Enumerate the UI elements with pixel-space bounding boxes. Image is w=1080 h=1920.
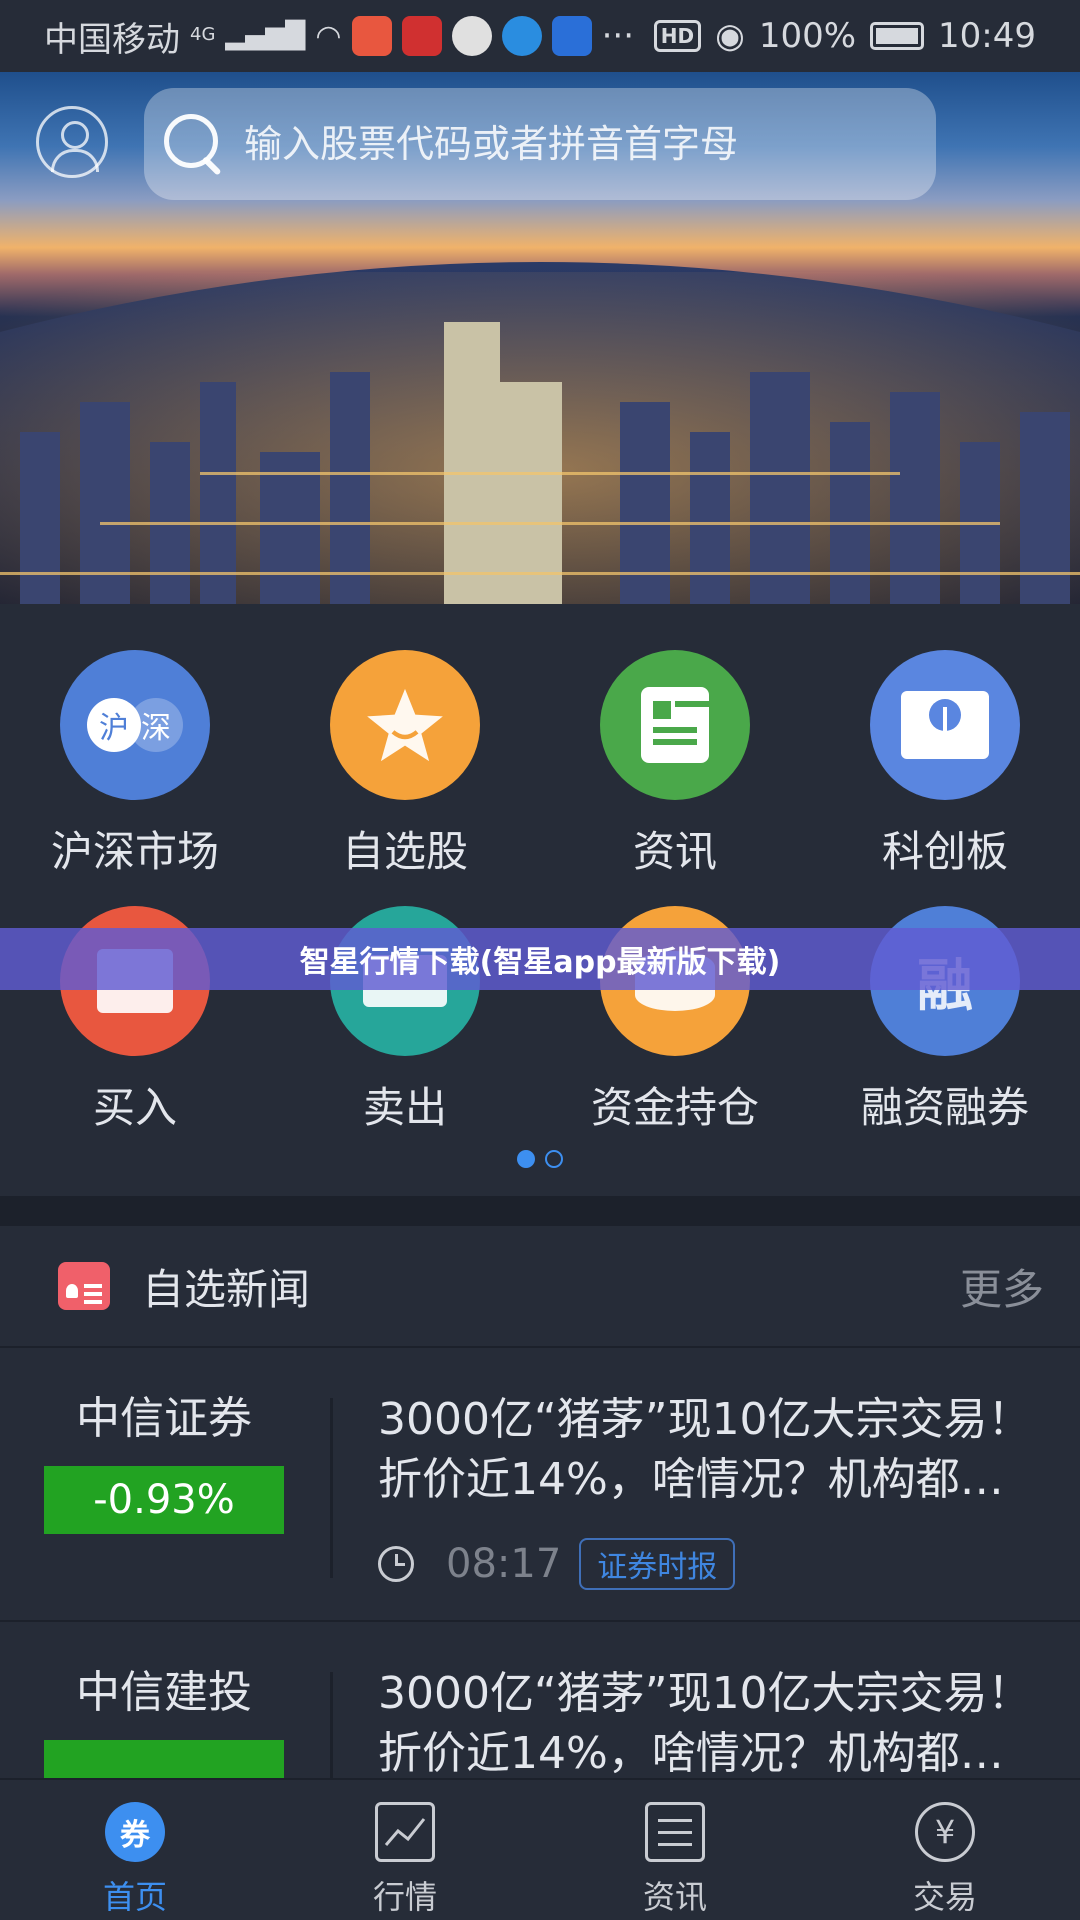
grid-item-label: 自选股 (341, 827, 468, 876)
battery-percent: 100% (758, 16, 857, 56)
news-tab-icon (645, 1802, 705, 1862)
tab-home[interactable]: 券 首页 (0, 1780, 270, 1920)
grid-item-label: 买入 (92, 1083, 177, 1132)
stock-name: 中信证券 (76, 1393, 252, 1444)
app-notification-icon (401, 16, 442, 56)
tab-label: 首页 (102, 1878, 167, 1916)
search-icon (160, 110, 230, 180)
news-headline[interactable]: 3000亿“猪茅”现10亿大宗交易！折价近14%，啥情况？机构都在抢筹 (378, 1390, 1038, 1510)
shanghai-shenzhen-icon: 沪 深 (60, 650, 210, 800)
eye-icon: ◉ (715, 16, 745, 56)
stock-name: 中信建投 (76, 1667, 252, 1718)
news-headline[interactable]: 3000亿“猪茅”现10亿大宗交易！折价近14%，啥情况？机构都在抢筹 (378, 1664, 1038, 1784)
more-link[interactable]: 更多 (960, 1256, 1044, 1317)
tab-label: 行情 (372, 1878, 437, 1916)
ticket-icon (870, 650, 1020, 800)
news-icon (600, 650, 750, 800)
quick-function-grid: 沪 深 沪深市场 自选股 资讯 科创板 买入 卖出 资金持仓 融资融券 (0, 604, 1080, 1196)
grid-item-shanghai-shenzhen-market[interactable]: 沪 深 沪深市场 (0, 650, 270, 879)
overlay-title-banner: 智星行情下载(智星app最新版下载) (0, 928, 1080, 990)
signal-icon: ▂▄▆█ (225, 21, 306, 51)
home-icon: 券 (105, 1802, 165, 1862)
bottom-tab-bar: 券 首页 行情 资讯 ¥ 交易 (0, 1778, 1080, 1920)
grid-item-label: 科创板 (881, 827, 1008, 876)
network-indicator: 4G (190, 23, 216, 45)
news-section-title: 自选新闻 (142, 1264, 311, 1314)
battery-icon (870, 22, 925, 50)
app-notification-icon (501, 16, 542, 56)
grid-item-label: 资讯 (632, 827, 717, 876)
tab-trade[interactable]: ¥ 交易 (810, 1780, 1080, 1920)
icon-glyph: 深 (129, 698, 183, 752)
tab-market[interactable]: 行情 (270, 1780, 540, 1920)
grid-item-label: 融资融券 (860, 1083, 1029, 1132)
overlay-title: 智星行情下载(智星app最新版下载) (299, 945, 781, 980)
section-divider (0, 1196, 1080, 1226)
clock-time: 10:49 (938, 16, 1036, 56)
grid-item-label: 卖出 (362, 1083, 447, 1132)
tab-label: 交易 (912, 1878, 977, 1916)
news-list-item[interactable]: 中信证券 -0.93% 3000亿“猪茅”现10亿大宗交易！折价近14%，啥情况… (0, 1350, 1080, 1622)
stock-change-badge: -0.93% (44, 1466, 284, 1534)
app-notification-icon (451, 16, 492, 56)
grid-item-label: 资金持仓 (590, 1083, 759, 1132)
hero-banner (0, 72, 1080, 604)
tab-news[interactable]: 资讯 (540, 1780, 810, 1920)
page-dot[interactable] (545, 1150, 563, 1168)
carrier-label: 中国移动 (44, 19, 180, 60)
vertical-divider (330, 1398, 333, 1578)
clock-icon (378, 1546, 414, 1582)
grid-item-star-market[interactable]: 科创板 (810, 650, 1080, 879)
tab-label: 资讯 (642, 1878, 707, 1916)
grid-item-watchlist[interactable]: 自选股 (270, 650, 540, 879)
star-icon (330, 650, 480, 800)
status-bar: 中国移动 4G ▂▄▆█ ◠ ··· HD ◉ 100% 10:49 (0, 0, 1080, 72)
grid-item-news[interactable]: 资讯 (540, 650, 810, 879)
search-input[interactable] (244, 122, 864, 166)
more-notifications-icon: ··· (601, 16, 635, 56)
user-avatar-icon[interactable] (36, 106, 108, 178)
calendar-icon (58, 1262, 110, 1310)
stock-summary: 中信证券 -0.93% (44, 1382, 284, 1534)
news-meta: 08:17 证券时报 (378, 1538, 736, 1590)
page-dot-active[interactable] (517, 1150, 535, 1168)
grid-item-label: 沪深市场 (50, 827, 219, 876)
page-indicator (0, 1150, 1080, 1168)
wifi-icon: ◠ (315, 18, 342, 54)
market-icon (375, 1802, 435, 1862)
search-bar[interactable] (144, 88, 936, 200)
news-time: 08:17 (446, 1541, 562, 1587)
trade-icon: ¥ (915, 1802, 975, 1862)
news-source-badge: 证券时报 (579, 1538, 736, 1590)
app-notification-icon (351, 16, 392, 56)
hd-badge: HD (653, 20, 702, 52)
news-section-header: 自选新闻 更多 (0, 1226, 1080, 1348)
app-notification-icon (551, 16, 592, 56)
